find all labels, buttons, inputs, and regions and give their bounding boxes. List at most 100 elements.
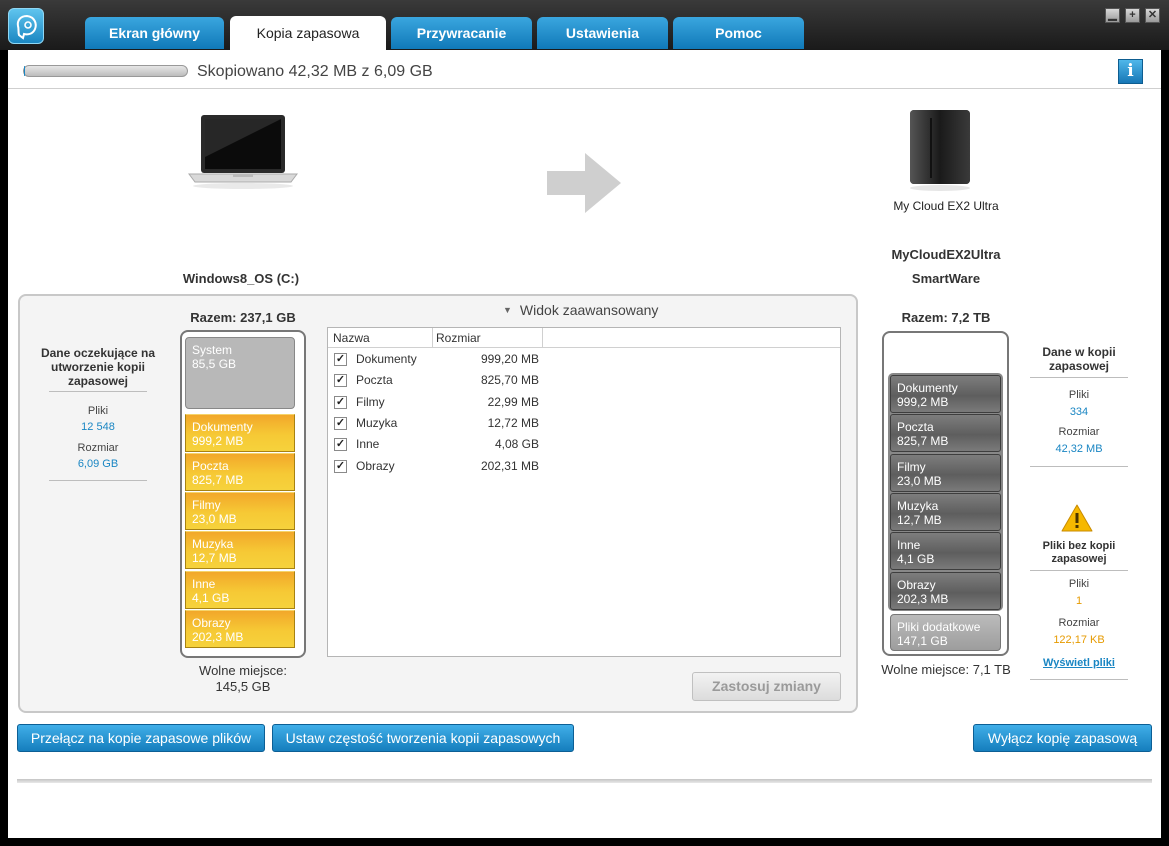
column-header-size[interactable]: Rozmiar: [436, 331, 481, 345]
checkbox-pictures[interactable]: ✓: [334, 460, 347, 473]
source-segment-documents: Dokumenty 999,2 MB: [185, 414, 295, 452]
device-label: My Cloud EX2 Ultra: [893, 199, 999, 213]
backup-page: Skopiowano 42,32 MB z 6,09 GB i My Cloud…: [8, 50, 1161, 838]
disable-backup-button[interactable]: Wyłącz kopię zapasową: [973, 724, 1152, 752]
item-name: Filmy: [356, 395, 385, 409]
segment-size: 202,3 MB: [897, 592, 949, 606]
file-category-list[interactable]: Nazwa Rozmiar ✓ Dokumenty 999,20 MB ✓ Poczt…: [327, 327, 841, 657]
source-segment-mail: Poczta 825,7 MB: [185, 453, 295, 491]
destination-segment-mail: Poczta 825,7 MB: [890, 414, 1001, 452]
pending-title: Dane oczekujące na utworzenie kopii zapa…: [40, 346, 156, 388]
footer-separator: [17, 779, 1152, 783]
pending-divider-top: [49, 391, 147, 392]
advanced-view-toggle[interactable]: ▼ Widok zaawansowany: [503, 302, 658, 318]
source-segment-movies: Filmy 23,0 MB: [185, 492, 295, 530]
pending-files-label: Pliki: [87, 405, 109, 417]
segment-size: 23,0 MB: [192, 512, 237, 526]
item-size: 202,31 MB: [480, 459, 539, 473]
not-backed-size-value: 122,17 KB: [1053, 634, 1105, 646]
switch-to-file-backup-button[interactable]: Przełącz na kopie zapasowe plików: [17, 724, 265, 752]
item-size: 4,08 GB: [494, 437, 539, 451]
checkbox-other[interactable]: ✓: [334, 438, 347, 451]
backed-up-size-value: 42,32 MB: [1055, 443, 1103, 455]
source-total: Razem: 237,1 GB: [190, 310, 296, 325]
segment-name: Poczta: [897, 420, 934, 434]
tab-settings[interactable]: Ustawienia: [537, 17, 668, 49]
app-logo-icon[interactable]: [8, 8, 44, 44]
source-segment-pictures: Obrazy 202,3 MB: [185, 610, 295, 648]
destination-total: Razem: 7,2 TB: [901, 310, 991, 325]
tab-restore[interactable]: Przywracanie: [391, 17, 532, 49]
triangle-down-icon: ▼: [503, 305, 512, 315]
apply-changes-button[interactable]: Zastosuj zmiany: [692, 672, 841, 701]
list-item-pictures: ✓ Obrazy 202,31 MB: [334, 457, 539, 477]
item-size: 999,20 MB: [480, 352, 539, 366]
not-backed-files-label: Pliki: [1068, 578, 1090, 590]
segment-name: Muzyka: [897, 499, 939, 513]
segment-size: 4,1 GB: [897, 552, 935, 566]
pending-files-value: 12 548: [81, 421, 115, 433]
destination-drive-graphic: Dokumenty 999,2 MB Poczta 825,7 MB Filmy 23…: [882, 331, 1009, 656]
segment-name: Obrazy: [192, 616, 231, 630]
checkbox-mail[interactable]: ✓: [334, 374, 347, 387]
tab-help[interactable]: Pomoc: [673, 17, 804, 49]
pending-size-value: 6,09 GB: [77, 458, 119, 470]
segment-size: 999,2 MB: [192, 434, 244, 448]
list-item-mail: ✓ Poczta 825,70 MB: [334, 371, 539, 391]
backup-status-text: Skopiowano 42,32 MB z 6,09 GB: [197, 63, 433, 80]
destination-segment-other: Inne 4,1 GB: [890, 532, 1001, 570]
segment-name: System: [192, 343, 233, 357]
tab-home[interactable]: Ekran główny: [85, 17, 224, 49]
list-item-movies: ✓ Filmy 22,99 MB: [334, 393, 539, 413]
set-backup-frequency-button[interactable]: Ustaw częstość tworzenia kopii zapasowyc…: [272, 724, 574, 752]
segment-size: 825,7 MB: [897, 434, 949, 448]
close-button[interactable]: ✕: [1145, 8, 1160, 23]
checkbox-movies[interactable]: ✓: [334, 396, 347, 409]
column-header-name[interactable]: Nazwa: [333, 331, 370, 345]
source-drive-graphic: System 85,5 GB Dokumenty 999,2 MB Poczta 82…: [180, 330, 306, 658]
segment-size: 999,2 MB: [897, 395, 949, 409]
segment-size: 147,1 GB: [897, 634, 948, 648]
tab-backup[interactable]: Kopia zapasowa: [230, 16, 386, 50]
item-size: 22,99 MB: [487, 395, 539, 409]
segment-size: 12,7 MB: [192, 551, 237, 565]
advanced-view-label: Widok zaawansowany: [519, 302, 659, 318]
destination-segment-music: Muzyka 12,7 MB: [890, 493, 1001, 531]
checkbox-music[interactable]: ✓: [334, 417, 347, 430]
segment-name: Filmy: [897, 460, 926, 474]
list-header: Nazwa Rozmiar: [328, 328, 840, 348]
not-backed-title: Pliki bez kopii zapasowej: [1042, 540, 1116, 565]
item-size: 12,72 MB: [487, 416, 539, 430]
view-files-link[interactable]: Wyświetl pliki: [1030, 657, 1128, 669]
backed-up-size-label: Rozmiar: [1058, 426, 1100, 438]
backed-up-divider-bottom: [1030, 466, 1128, 467]
minimize-button[interactable]: ▁: [1105, 8, 1120, 23]
maximize-button[interactable]: +: [1125, 8, 1140, 23]
source-segment-music: Muzyka 12,7 MB: [185, 531, 295, 569]
not-backed-files-value: 1: [1075, 595, 1083, 607]
backed-up-divider-top: [1030, 377, 1128, 378]
item-name: Inne: [356, 437, 380, 451]
destination-segment-pictures: Obrazy 202,3 MB: [890, 572, 1001, 610]
computer-icon: [183, 112, 303, 192]
segment-name: Pliki dodatkowe: [897, 620, 981, 634]
segment-size: 202,3 MB: [192, 630, 244, 644]
info-button[interactable]: i: [1118, 59, 1143, 84]
item-name: Obrazy: [356, 459, 395, 473]
segment-name: Inne: [897, 538, 921, 552]
segment-size: 4,1 GB: [192, 591, 230, 605]
segment-name: Dokumenty: [192, 420, 253, 434]
backed-up-files-label: Pliki: [1068, 389, 1090, 401]
destination-free-space: Wolne miejsce: 7,1 TB: [881, 662, 1011, 677]
not-backed-divider-bottom: [1030, 679, 1128, 680]
segment-size: 85,5 GB: [192, 357, 237, 371]
list-item-other: ✓ Inne 4,08 GB: [334, 435, 539, 455]
segment-size: 12,7 MB: [897, 513, 942, 527]
item-name: Poczta: [356, 373, 393, 387]
item-name: Dokumenty: [356, 352, 417, 366]
not-backed-size-label: Rozmiar: [1058, 617, 1100, 629]
checkbox-documents[interactable]: ✓: [334, 353, 347, 366]
backup-progress-bar: [23, 65, 188, 77]
segment-name: Inne: [192, 577, 216, 591]
destination-folder-name: SmartWare: [911, 271, 981, 286]
